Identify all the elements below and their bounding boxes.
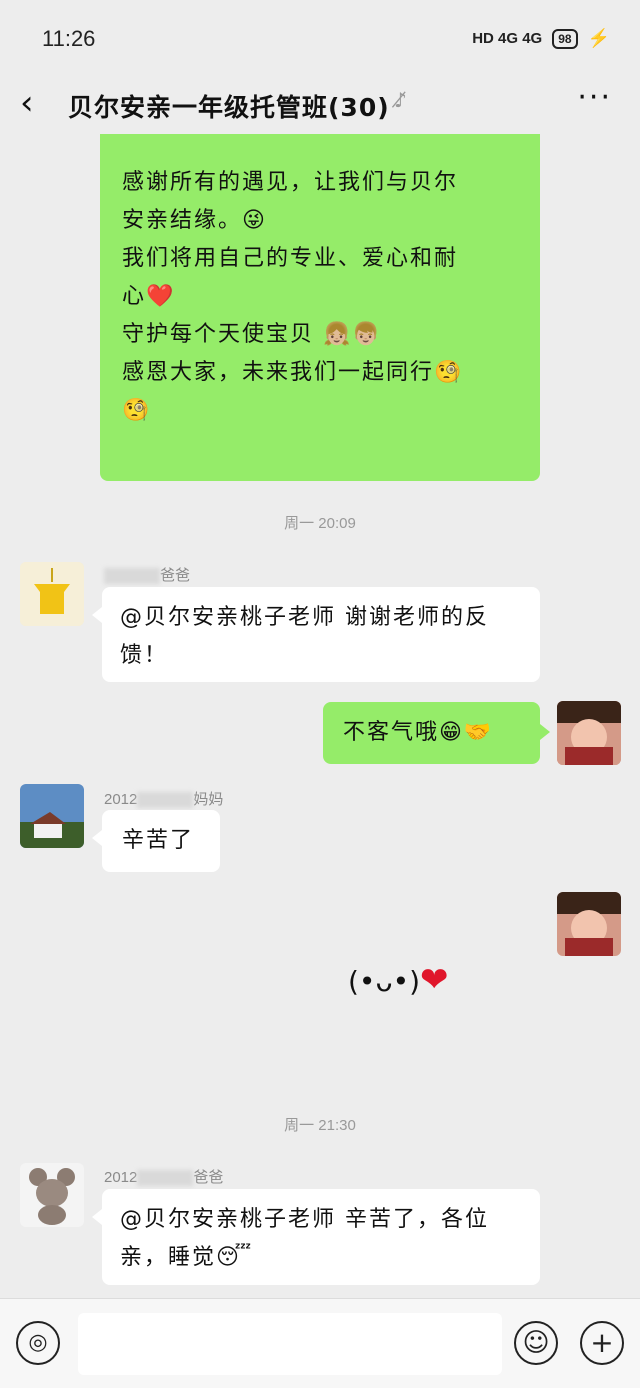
message-text: 不客气哦😁🤝 xyxy=(343,720,494,745)
input-bar: ◎ ☺ + xyxy=(0,1298,640,1388)
avatar-image xyxy=(20,1163,84,1227)
my-avatar[interactable] xyxy=(557,701,621,765)
message-line: @贝尔安亲桃子老师 辛苦了，各位 xyxy=(120,1207,489,1232)
message-line: @贝尔安亲桃子老师 谢谢老师的反 xyxy=(120,605,489,630)
sticker-face: (•ᴗ•) xyxy=(348,965,421,998)
message-bubble-other[interactable]: @贝尔安亲桃子老师 辛苦了，各位 亲，睡觉😴 xyxy=(92,1189,540,1285)
message-bubble-other[interactable]: 辛苦了 xyxy=(92,810,220,872)
mute-icon: ♪̸ xyxy=(394,88,407,112)
message-line: 守护每个天使宝贝 👧🏼👦🏼 xyxy=(122,322,382,347)
message-line: 安亲结缘。😜 xyxy=(122,208,267,233)
sender-label: 2012 xyxy=(104,1169,138,1186)
my-avatar[interactable] xyxy=(557,892,621,956)
back-button[interactable]: ‹ xyxy=(20,86,34,120)
message-line: 感恩大家，未来我们一起同行🧐 xyxy=(122,360,464,385)
avatar[interactable] xyxy=(20,562,84,626)
chat-header: ‹ 贝尔安亲一年级托管班(30) ♪̸ ··· xyxy=(0,78,640,134)
avatar[interactable] xyxy=(20,784,84,848)
battery-level: 98 xyxy=(552,28,578,49)
message-line: 馈！ xyxy=(120,643,169,668)
heart-icon: ❤ xyxy=(420,960,449,1000)
chat-title[interactable]: 贝尔安亲一年级托管班(30) xyxy=(68,88,390,124)
sender-label-suffix: 爸爸 xyxy=(193,1169,224,1186)
status-time: 11:26 xyxy=(42,26,96,51)
sender-name: 2012 妈妈 xyxy=(104,788,223,809)
status-icons: HD 4G 4G 98 ⚡ xyxy=(472,28,610,49)
avatar-image xyxy=(20,562,84,626)
more-options-button[interactable]: ··· xyxy=(577,80,612,115)
sender-label: 2012 xyxy=(104,791,138,808)
avatar-image xyxy=(557,701,621,765)
message-line: 亲，睡觉😴 xyxy=(120,1245,254,1270)
avatar-image xyxy=(20,784,84,848)
voice-input-button[interactable]: ◎ xyxy=(16,1321,60,1365)
message-line: 感谢所有的遇见，让我们与贝尔 xyxy=(122,170,459,195)
redacted-name xyxy=(137,792,194,809)
sticker-message[interactable]: (•ᴗ•)❤ xyxy=(348,960,449,1000)
status-bar: 11:26 HD 4G 4G 98 ⚡ xyxy=(0,0,640,78)
message-line: 🧐 xyxy=(122,398,152,423)
signal-indicator: HD 4G 4G xyxy=(472,30,543,47)
redacted-name xyxy=(137,1170,194,1187)
sender-name: 2012 爸爸 xyxy=(104,1166,223,1187)
emoji-button[interactable]: ☺ xyxy=(514,1321,558,1365)
avatar[interactable] xyxy=(20,1163,84,1227)
plus-button[interactable]: + xyxy=(580,1321,624,1365)
sender-name: 爸爸 xyxy=(104,564,190,585)
redacted-name xyxy=(104,568,160,585)
charging-icon: ⚡ xyxy=(587,28,610,48)
sender-label-suffix: 妈妈 xyxy=(193,791,224,808)
message-input[interactable] xyxy=(78,1313,502,1375)
message-line: 我们将用自己的专业、爱心和耐 xyxy=(122,246,459,271)
timestamp: 周一 21:30 xyxy=(284,1117,356,1134)
avatar-image xyxy=(557,892,621,956)
message-text: 辛苦了 xyxy=(122,828,195,853)
message-bubble-own[interactable]: 感谢所有的遇见，让我们与贝尔 安亲结缘。😜 我们将用自己的专业、爱心和耐 心❤️… xyxy=(100,134,540,481)
message-bubble-other[interactable]: @贝尔安亲桃子老师 谢谢老师的反 馈！ xyxy=(92,587,540,682)
timestamp: 周一 20:09 xyxy=(284,515,356,532)
sender-label: 爸爸 xyxy=(160,567,191,584)
message-line: 心❤️ xyxy=(122,284,176,309)
message-bubble-own[interactable]: 不客气哦😁🤝 xyxy=(323,702,550,764)
